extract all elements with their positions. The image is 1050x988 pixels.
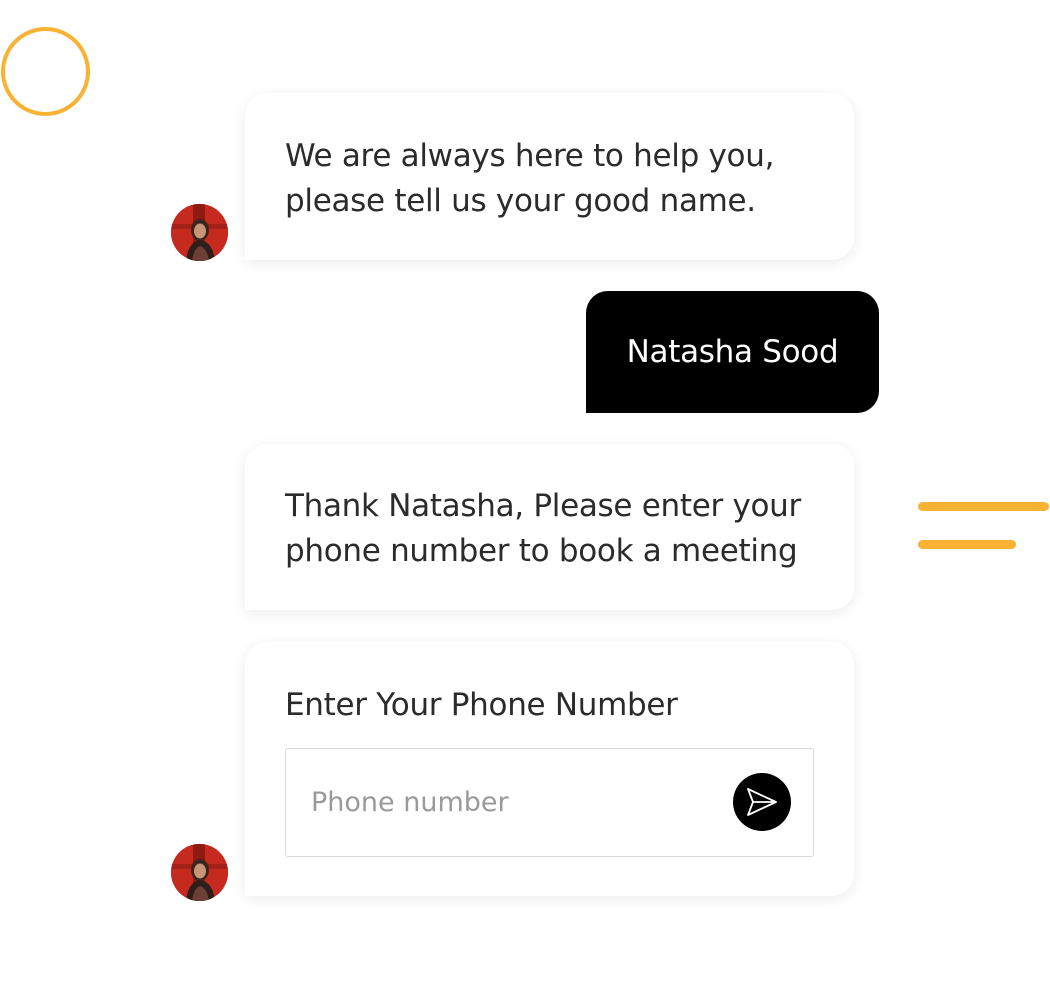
send-button[interactable] [733,773,791,831]
user-message-name: Natasha Sood [586,291,879,413]
bot-avatar [171,844,228,901]
phone-form-label: Enter Your Phone Number [285,687,678,723]
user-message-name-text: Natasha Sood [626,334,839,370]
phone-form-card: Enter Your Phone Number [245,642,854,896]
avatar-photo [171,204,228,261]
bot-message-greeting-text: We are always here to help you, please t… [285,138,775,219]
phone-input-container [285,748,814,857]
decorative-circle [1,27,90,116]
bot-message-thanks: Thank Natasha, Please enter your phone n… [245,444,854,610]
send-icon [747,788,777,816]
decorative-line-bottom [918,540,1016,549]
bot-message-greeting: We are always here to help you, please t… [245,93,854,260]
bot-message-thanks-text: Thank Natasha, Please enter your phone n… [285,488,801,569]
decorative-line-top [918,502,1049,511]
bot-avatar [171,204,228,261]
avatar-photo [171,844,228,901]
phone-number-input[interactable] [311,749,711,856]
